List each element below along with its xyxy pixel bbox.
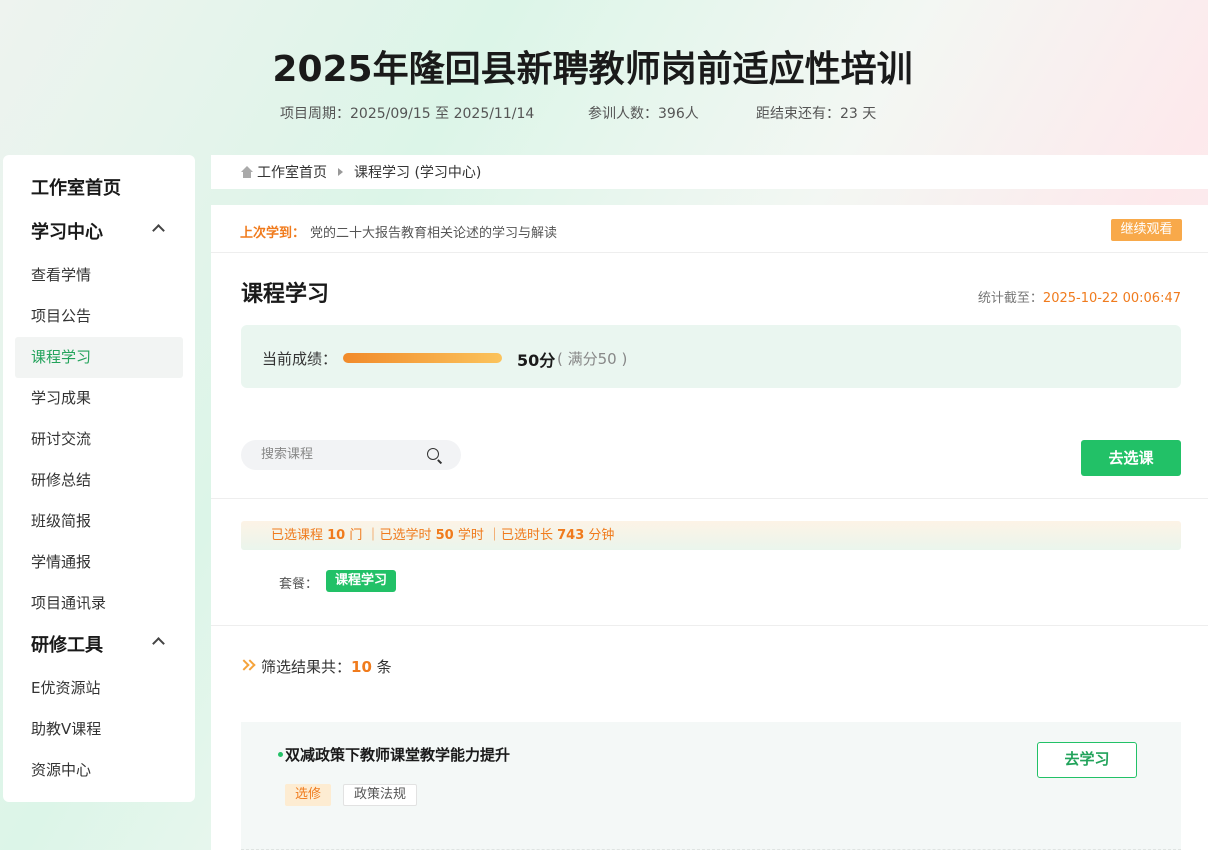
search-input[interactable]: [261, 447, 411, 462]
selected-courses-count: 10: [327, 528, 346, 543]
sidebar-learning-center[interactable]: 学习中心: [3, 211, 195, 255]
project-remaining: 距结束还有：23 天: [756, 106, 877, 122]
sidebar-item-achievements[interactable]: 学习成果: [3, 378, 195, 419]
selected-minutes: 743: [557, 528, 585, 543]
course-title[interactable]: 双减政策下教师课堂教学能力提升: [285, 744, 510, 765]
chevron-up-icon[interactable]: [152, 224, 165, 237]
selection-summary: 已选课程 10 门 ｜已选学时 50 学时 ｜已选时长 743 分钟: [241, 521, 1181, 550]
score-value: 50分: [517, 351, 556, 370]
sidebar: 工作室首页 学习中心 查看学情 项目公告 课程学习 学习成果 研讨交流 研修总结…: [3, 155, 195, 802]
breadcrumb-current: 课程学习 (学习中心): [354, 165, 482, 181]
score-box: 当前成绩： 50分 ( 满分50 ): [241, 325, 1181, 388]
course-category-tag: 政策法规: [343, 784, 418, 806]
bullet-icon: [278, 752, 283, 757]
selected-hours: 50: [435, 528, 454, 543]
stats-label: 统计截至：: [977, 291, 1043, 306]
project-period: 项目周期：2025/09/15 至 2025/11/14: [280, 106, 535, 122]
divider: [211, 498, 1208, 499]
project-participants: 参训人数：396人: [588, 106, 699, 122]
score-label: 当前成绩：: [262, 350, 338, 368]
search-icon[interactable]: [427, 448, 439, 460]
home-icon: [241, 166, 253, 178]
page-title: 课程学习: [241, 282, 330, 307]
sidebar-item-progress-report[interactable]: 学情通报: [3, 542, 195, 583]
sidebar-tools-label: 研修工具: [31, 635, 103, 656]
stats-value: 2025-10-22 00:06:47: [1042, 291, 1181, 306]
sidebar-learning-center-label: 学习中心: [31, 222, 103, 243]
sidebar-item-assistant-courses[interactable]: 助教V课程: [3, 709, 195, 750]
sidebar-item-resource-center[interactable]: 资源中心: [3, 750, 195, 791]
score-full: ( 满分50 ): [557, 350, 628, 368]
sidebar-item-contacts[interactable]: 项目通讯录: [3, 583, 195, 624]
continue-watching-button[interactable]: 继续观看: [1111, 219, 1182, 241]
double-chevron-icon: [238, 658, 260, 674]
last-learned-row: 上次学到： 党的二十大报告教育相关论述的学习与解读 继续观看: [211, 205, 1208, 253]
sidebar-item-e-resources[interactable]: E优资源站: [3, 668, 195, 709]
sidebar-item-announcements[interactable]: 项目公告: [3, 296, 195, 337]
filter-count: 10: [351, 658, 372, 676]
divider: [211, 625, 1208, 626]
score-progress-bar: [343, 353, 502, 363]
sidebar-item-view-progress[interactable]: 查看学情: [3, 255, 195, 296]
sidebar-item-class-brief[interactable]: 班级简报: [3, 501, 195, 542]
stats-time: 统计截至：2025-10-22 00:06:47: [978, 287, 1181, 306]
sidebar-item-discussion[interactable]: 研讨交流: [3, 419, 195, 460]
filter-result: 筛选结果共：10 条: [261, 658, 392, 676]
package-label: 套餐：: [279, 577, 319, 592]
chevron-up-icon[interactable]: [152, 637, 165, 650]
breadcrumb-home[interactable]: 工作室首页: [257, 162, 327, 182]
search-box: [241, 440, 461, 470]
last-learned-course[interactable]: 党的二十大报告教育相关论述的学习与解读: [310, 222, 557, 241]
project-title: 2025年隆回县新聘教师岗前适应性培训: [272, 49, 913, 90]
course-card: 双减政策下教师课堂教学能力提升 选修 政策法规 去学习: [241, 722, 1181, 850]
sidebar-item-course-study[interactable]: 课程学习: [15, 337, 183, 378]
sidebar-item-summary[interactable]: 研修总结: [3, 460, 195, 501]
last-learned-label: 上次学到：: [240, 226, 306, 241]
sidebar-home[interactable]: 工作室首页: [3, 167, 195, 211]
course-type-tag: 选修: [285, 784, 332, 806]
chevron-right-icon: [338, 168, 343, 176]
go-study-button[interactable]: 去学习: [1037, 742, 1137, 778]
choose-course-button[interactable]: 去选课: [1081, 440, 1181, 476]
breadcrumb: 工作室首页 课程学习 (学习中心): [211, 155, 1208, 189]
main-panel: 上次学到： 党的二十大报告教育相关论述的学习与解读 继续观看 课程学习 统计截至…: [211, 205, 1208, 850]
sidebar-tools[interactable]: 研修工具: [3, 624, 195, 668]
package-tag[interactable]: 课程学习: [326, 570, 396, 592]
